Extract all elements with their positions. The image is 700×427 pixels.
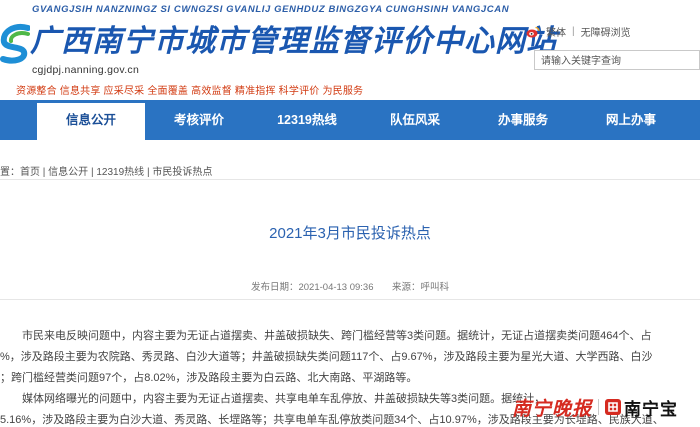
nav-item-team[interactable]: 队伍风采 [361, 100, 469, 140]
article-paragraph-line: 市民来电反映问题中，内容主要为无证占道摆卖、井盖破损缺失、跨门槛经营等3类问题。… [22, 330, 652, 342]
site-header: GVANGJSIH NANZNINGZ SI CWNGZSI GVANLIJ G… [0, 0, 700, 97]
publish-date-label: 发布日期： [250, 282, 299, 293]
breadcrumb: 置：首页 | 信息公开 | 12319热线 | 市民投诉热点 [0, 163, 212, 178]
article-meta: 发布日期：2021-04-13 09:36 来源：呼叫科 [0, 279, 700, 293]
watermark-brand: 南宁宝 [624, 399, 679, 419]
article-title: 2021年3月市民投诉热点 [269, 225, 431, 242]
breadcrumb-divider [0, 179, 700, 180]
nav-item-info-public[interactable]: 信息公开 [37, 100, 145, 140]
breadcrumb-current[interactable]: 市民投诉热点 [152, 167, 212, 178]
site-title-pinyin: GVANGJSIH NANZNINGZ SI CWNGZSI GVANLIJ G… [32, 4, 510, 15]
main-nav: 信息公开 考核评价 12319热线 队伍风采 办事服务 网上办事 [0, 100, 700, 140]
search-box [534, 50, 700, 71]
article-paragraph-line: 媒体网络曝光的问题中，内容主要为无证占道摆卖、共享电单车乱停放、井盖破损缺失等3… [22, 393, 546, 405]
nav-item-hotline[interactable]: 12319热线 [253, 100, 361, 140]
breadcrumb-hotline[interactable]: 12319热线 [96, 167, 144, 178]
publish-date: 2021-04-13 09:36 [298, 282, 374, 293]
breadcrumb-home[interactable]: 首页 [20, 167, 40, 178]
nav-item-online[interactable]: 网上办事 [577, 100, 685, 140]
meta-divider [0, 299, 700, 300]
news-watermark: 南宁晚报 南宁宝 [512, 393, 678, 421]
source-label: 来源： [391, 282, 421, 293]
watermark-divider [598, 399, 600, 415]
article-paragraph-line: %，涉及路段主要为农院路、秀灵路、白沙大道等；井盖破损缺失类问题117个、占9.… [0, 351, 653, 363]
breadcrumb-separator: | [146, 167, 150, 178]
watermark-calligraphy: 南宁晚报 [512, 397, 593, 420]
nav-item-assessment[interactable]: 考核评价 [145, 100, 253, 140]
breadcrumb-info-public[interactable]: 信息公开 [48, 167, 88, 178]
source-value: 呼叫科 [420, 282, 450, 293]
site-slogans: 资源整合 信息共享 应采尽采 全面覆盖 高效监督 精准指挥 科学评价 为民服务 [16, 86, 364, 97]
breadcrumb-separator: | [90, 167, 94, 178]
weibo-icon[interactable] [526, 26, 540, 38]
breadcrumb-prefix: 置： [0, 167, 20, 178]
article-paragraph-line: ；跨门槛经营类问题97个，占8.02%，涉及路段主要为白云路、北大南路、平湖路等… [0, 372, 418, 384]
search-input[interactable] [535, 52, 699, 71]
top-links: 繁体 | 无障碍浏览 [526, 24, 631, 39]
site-title[interactable]: 广西南宁市城市管理监督评价中心网站 [30, 16, 557, 60]
top-links-separator: | [572, 26, 575, 37]
accessibility-link[interactable]: 无障碍浏览 [581, 24, 631, 39]
nanningbao-logo-icon [605, 399, 622, 415]
traditional-chinese-link[interactable]: 繁体 [546, 24, 566, 39]
site-url: cgjdpj.nanning.gov.cn [32, 64, 140, 76]
site-logo-icon [0, 24, 30, 64]
nav-item-services[interactable]: 办事服务 [469, 100, 577, 140]
breadcrumb-separator: | [42, 167, 46, 178]
